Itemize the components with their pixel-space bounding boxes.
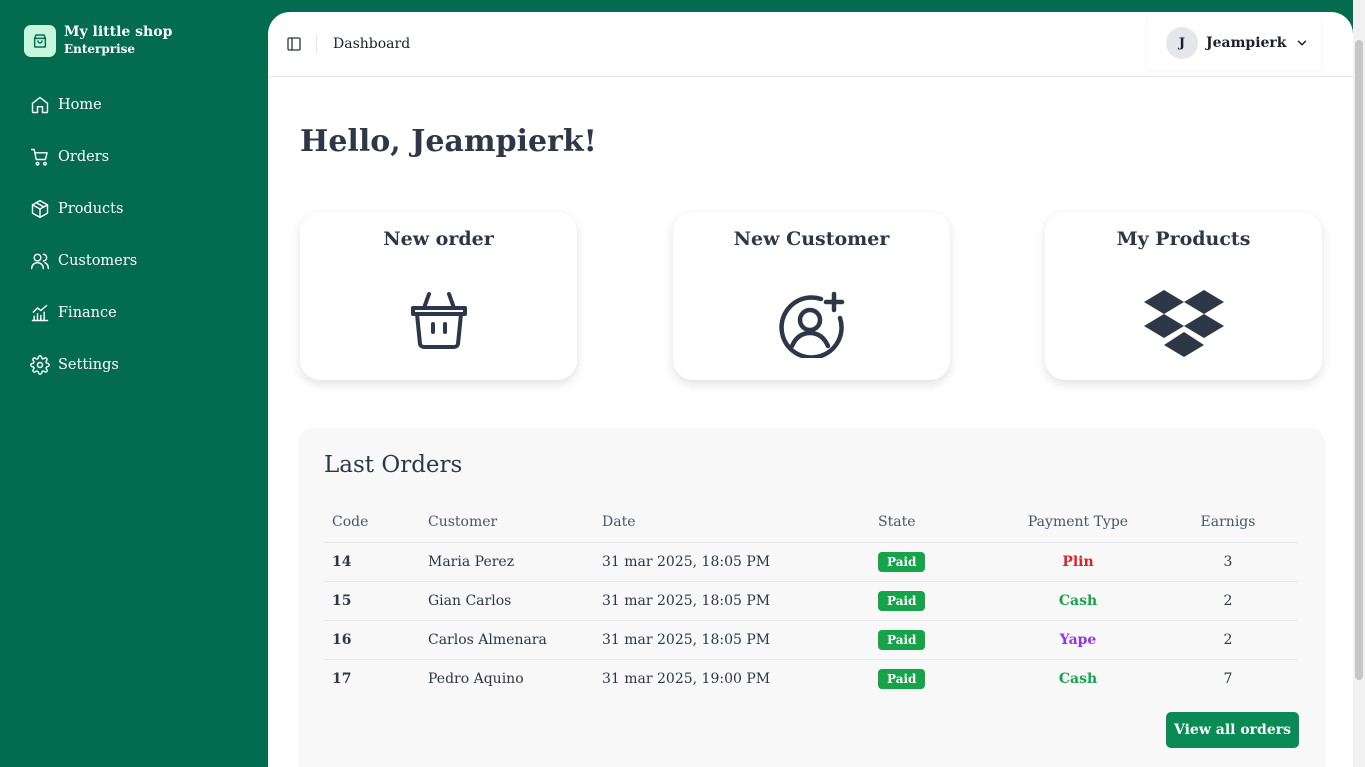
status-badge: Paid <box>878 551 926 572</box>
status-badge: Paid <box>878 590 926 611</box>
sidebar-item-settings[interactable]: Settings <box>30 352 137 378</box>
card-title: My Products <box>1116 228 1251 250</box>
main-content: Dashboard J Jeampierk Hello, Jeampierk! … <box>268 12 1353 767</box>
scrollbar[interactable] <box>1353 0 1365 767</box>
table-row[interactable]: 17 Pedro Aquino 31 mar 2025, 19:00 PM Pa… <box>324 659 1298 698</box>
sidebar-item-label: Home <box>58 97 102 113</box>
cart-icon <box>30 148 48 166</box>
chevron-down-icon <box>1297 40 1306 46</box>
sidebar-item-label: Finance <box>58 305 117 321</box>
column-header-state: State <box>870 502 998 543</box>
order-date: 31 mar 2025, 18:05 PM <box>594 542 870 582</box>
payment-type: Cash <box>1058 670 1098 687</box>
brand[interactable]: My little shop Enterprise <box>24 24 172 58</box>
table-row[interactable]: 14 Maria Perez 31 mar 2025, 18:05 PM Pai… <box>324 542 1298 582</box>
new-customer-card[interactable]: New Customer <box>673 212 950 380</box>
order-date: 31 mar 2025, 19:00 PM <box>602 670 771 687</box>
order-customer: Maria Perez <box>420 542 594 582</box>
sidebar-item-products[interactable]: Products <box>30 196 137 222</box>
avatar: J <box>1166 27 1198 59</box>
last-orders-panel: Last Orders Code Customer Date State Pay… <box>298 428 1325 767</box>
new-order-card[interactable]: New order <box>300 212 577 380</box>
order-earnings: 2 <box>1158 620 1298 660</box>
view-all-orders-button[interactable]: View all orders <box>1166 712 1299 748</box>
topbar-divider <box>316 34 317 54</box>
order-customer: Gian Carlos <box>420 581 594 621</box>
order-code: 17 <box>332 670 352 687</box>
brand-subtitle: Enterprise <box>64 42 136 56</box>
card-title: New order <box>383 228 494 250</box>
dropbox-icon <box>1143 290 1224 357</box>
sidebar-item-home[interactable]: Home <box>30 92 137 118</box>
order-customer: Carlos Almenara <box>420 620 594 660</box>
payment-type: Yape <box>998 620 1158 660</box>
orders-table: Code Customer Date State Payment Type Ea… <box>324 502 1298 698</box>
shopping-bag-icon <box>24 25 56 57</box>
sidebar-toggle-icon[interactable] <box>286 36 302 52</box>
sidebar: My little shop Enterprise Home Orders Pr… <box>0 0 268 767</box>
chart-icon <box>31 304 49 322</box>
topbar: Dashboard J Jeampierk <box>268 12 1353 77</box>
users-icon <box>30 253 50 270</box>
sidebar-item-label: Orders <box>58 149 110 165</box>
gear-icon <box>30 355 50 375</box>
sidebar-item-label: Customers <box>58 253 138 269</box>
order-code: 15 <box>324 581 420 621</box>
order-customer: Pedro Aquino <box>428 670 524 687</box>
order-earnings: 2 <box>1158 581 1298 621</box>
sidebar-nav: Home Orders Products Customers Finance S… <box>30 92 137 404</box>
user-plus-icon <box>778 291 844 358</box>
column-header-code: Code <box>324 502 420 543</box>
column-header-date: Date <box>594 502 870 543</box>
section-title: Last Orders <box>324 452 463 478</box>
sidebar-item-customers[interactable]: Customers <box>30 248 137 274</box>
table-header-row: Code Customer Date State Payment Type Ea… <box>324 502 1298 543</box>
order-code: 14 <box>324 542 420 582</box>
status-badge: Paid <box>878 629 926 650</box>
sidebar-item-label: Settings <box>58 357 119 373</box>
card-title: New Customer <box>733 228 890 250</box>
my-products-card[interactable]: My Products <box>1045 212 1322 380</box>
breadcrumb[interactable]: Dashboard <box>333 36 410 52</box>
payment-type: Plin <box>998 542 1158 582</box>
table-row[interactable]: 16 Carlos Almenara 31 mar 2025, 18:05 PM… <box>324 620 1298 660</box>
payment-type: Cash <box>998 581 1158 621</box>
order-earnings: 7 <box>1223 670 1233 687</box>
page-title: Hello, Jeampierk! <box>300 124 597 159</box>
home-icon <box>31 96 49 114</box>
sidebar-item-finance[interactable]: Finance <box>30 300 137 326</box>
user-menu[interactable]: J Jeampierk <box>1147 16 1321 70</box>
sidebar-item-label: Products <box>58 201 124 217</box>
package-icon <box>31 199 49 219</box>
basket-icon <box>410 292 467 349</box>
status-badge: Paid <box>878 668 926 689</box>
order-date: 31 mar 2025, 18:05 PM <box>594 581 870 621</box>
order-earnings: 3 <box>1158 542 1298 582</box>
sidebar-item-orders[interactable]: Orders <box>30 144 137 170</box>
scrollbar-thumb[interactable] <box>1355 40 1363 680</box>
user-name: Jeampierk <box>1206 35 1287 51</box>
table-row[interactable]: 15 Gian Carlos 31 mar 2025, 18:05 PM Pai… <box>324 581 1298 621</box>
column-header-customer: Customer <box>420 502 594 543</box>
column-header-payment: Payment Type <box>998 502 1158 543</box>
order-date: 31 mar 2025, 18:05 PM <box>594 620 870 660</box>
column-header-earnings: Earnigs <box>1158 502 1298 543</box>
order-code: 16 <box>324 620 420 660</box>
brand-name: My little shop <box>64 24 173 40</box>
